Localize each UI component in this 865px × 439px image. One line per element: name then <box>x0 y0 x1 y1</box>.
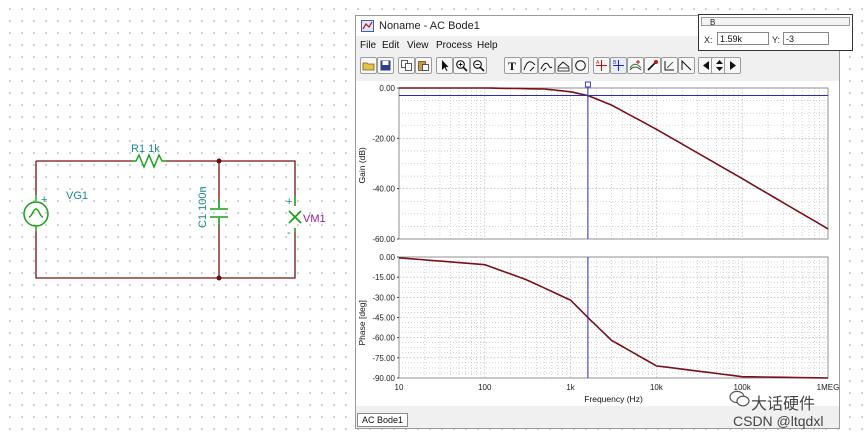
window-title: Noname - AC Bode1 <box>379 20 480 32</box>
cursor-x-field[interactable] <box>717 32 769 45</box>
voltmeter-label: VM1 <box>303 213 326 225</box>
frequency-tick-label: 10k <box>650 383 664 392</box>
phase-tick-label: -60.00 <box>372 334 395 343</box>
schematic-wires <box>35 160 296 279</box>
schematic-canvas[interactable]: R1 1k C1 100n + VG1 + - VM1 <box>0 0 350 300</box>
junction-dot <box>216 275 222 281</box>
gain-grid <box>398 87 829 240</box>
gain-tick-label: -60.00 <box>372 235 395 244</box>
junction-dot <box>216 158 222 164</box>
pointer-arrow-icon[interactable] <box>436 57 453 74</box>
cursor-y-field[interactable] <box>783 32 829 45</box>
paste-icon[interactable] <box>415 57 432 74</box>
pen-tool-icon[interactable] <box>538 57 555 74</box>
tab-ac-bode1[interactable]: AC Bode1 <box>357 413 409 427</box>
cursor-b-icon[interactable]: B <box>610 57 627 74</box>
frequency-axis-label: Frequency (Hz) <box>584 394 643 404</box>
cursor-readout-panel[interactable]: B X: Y: <box>698 14 853 51</box>
cursor-panel-header: B <box>701 17 850 27</box>
frequency-tick-label: 1k <box>566 383 575 392</box>
cursor-group-letter: B <box>710 18 716 27</box>
gain-tick-label: 0.00 <box>379 84 395 93</box>
grid-icon[interactable] <box>661 57 678 74</box>
watermark-csdn: CSDN @ltqdxl <box>733 413 824 429</box>
phase-tick-label: -45.00 <box>372 314 395 323</box>
capacitor-c1[interactable] <box>210 200 228 226</box>
resistor-label: R1 1k <box>131 143 160 155</box>
gain-tick-label: -40.00 <box>372 185 395 194</box>
open-folder-icon[interactable] <box>360 57 377 74</box>
plot-area[interactable]: 0.00 -20.00 -40.00 -60.00 0.00 -15.00 -30.00 -… <box>356 81 839 406</box>
wechat-logo-icon <box>729 390 750 407</box>
phase-tick-label: -75.00 <box>372 354 395 363</box>
watermark: 大话硬件 CSDN @ltqdxl <box>727 386 865 439</box>
ellipse-tool-icon[interactable] <box>572 57 589 74</box>
phase-tick-label: -30.00 <box>372 293 395 302</box>
zoom-out-icon[interactable] <box>470 57 487 74</box>
source-label: VG1 <box>66 190 88 202</box>
bode-plot-svg[interactable]: 0.00 -20.00 -40.00 -60.00 0.00 -15.00 -30.00 -… <box>356 81 839 406</box>
menu-process[interactable]: Process <box>436 40 472 51</box>
text-tool-icon[interactable]: T <box>504 57 521 74</box>
arrow-right-icon[interactable] <box>724 57 741 74</box>
plot-frame <box>398 87 829 240</box>
probe-icon[interactable] <box>644 57 661 74</box>
menu-help[interactable]: Help <box>477 40 498 51</box>
voltmeter-plus-sign: + <box>286 196 292 208</box>
svg-text:T: T <box>508 59 516 72</box>
phase-y-ticks: 0.00 -15.00 -30.00 -45.00 -60.00 -75.00 -90.00 <box>372 253 399 383</box>
phase-grid <box>398 256 829 379</box>
curve-marker-icon[interactable] <box>627 57 644 74</box>
polyline-tool-icon[interactable] <box>555 57 572 74</box>
gain-tick-label: -20.00 <box>372 134 395 143</box>
curve-tool-icon[interactable] <box>521 57 538 74</box>
watermark-name: 大话硬件 <box>751 396 816 413</box>
zoom-in-icon[interactable] <box>453 57 470 74</box>
menu-file[interactable]: File <box>360 40 376 51</box>
voltmeter-minus-sign: - <box>287 227 291 239</box>
menu-edit[interactable]: Edit <box>382 40 399 51</box>
bode-plot-window[interactable]: Noname - AC Bode1 File Edit View Process… <box>355 15 840 429</box>
angle-icon[interactable] <box>678 57 695 74</box>
cursor-y-label: Y: <box>772 35 781 45</box>
resistor-r1[interactable] <box>132 153 166 169</box>
copy-icon[interactable] <box>398 57 415 74</box>
frequency-tick-label: 10 <box>395 383 404 392</box>
source-plus-sign: + <box>41 194 47 206</box>
frequency-tick-label: 100 <box>478 383 492 392</box>
phase-tick-label: -15.00 <box>372 273 395 282</box>
cursor-a-icon[interactable]: A <box>593 57 610 74</box>
cursor-b-handle[interactable] <box>584 81 591 88</box>
menu-view[interactable]: View <box>407 40 429 51</box>
gain-y-ticks: 0.00 -20.00 -40.00 -60.00 <box>372 84 399 244</box>
save-disk-icon[interactable] <box>377 57 394 74</box>
cursor-handle-box <box>584 81 591 88</box>
capacitor-label: C1 100n <box>197 186 209 228</box>
gain-axis-label: Gain (dB) <box>357 147 367 184</box>
phase-axis-label: Phase [deg] <box>357 300 367 345</box>
toolbar: T A B <box>356 56 839 78</box>
cursor-x-label: X: <box>704 35 713 45</box>
app-icon <box>361 20 374 32</box>
phase-tick-label: -90.00 <box>372 374 395 383</box>
phase-tick-label: 0.00 <box>379 253 395 262</box>
